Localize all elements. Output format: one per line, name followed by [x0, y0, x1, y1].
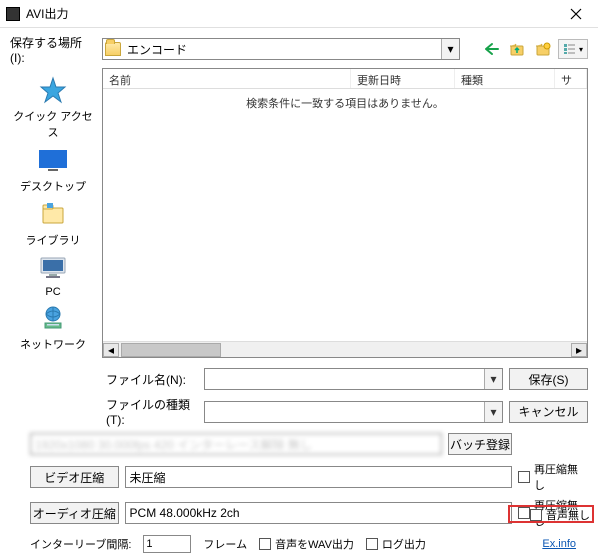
- desktop-icon: [36, 147, 70, 173]
- interleave-input[interactable]: 1: [143, 535, 191, 553]
- scroll-right-icon[interactable]: ▸: [571, 343, 587, 357]
- app-icon: [6, 7, 20, 21]
- highlight-annotation: [508, 505, 594, 523]
- place-pc[interactable]: PC: [35, 252, 71, 298]
- network-icon: [38, 304, 68, 332]
- empty-message: 検索条件に一致する項目はありません。: [103, 89, 587, 111]
- col-size[interactable]: サ: [555, 69, 587, 88]
- scroll-thumb[interactable]: [121, 343, 221, 357]
- file-list: 名前 更新日時 種類 サ 検索条件に一致する項目はありません。 ◂ ▸: [102, 68, 588, 358]
- chevron-down-icon[interactable]: ▾: [441, 39, 459, 59]
- exinfo-link[interactable]: Ex.info: [542, 538, 576, 550]
- audio-compress-button[interactable]: オーディオ圧縮: [30, 502, 119, 524]
- file-list-body[interactable]: 検索条件に一致する項目はありません。: [103, 89, 587, 341]
- filename-label: ファイル名(N):: [106, 371, 198, 388]
- video-compress-button[interactable]: ビデオ圧縮: [30, 466, 119, 488]
- video-no-recompress-checkbox[interactable]: 再圧縮無し: [518, 461, 588, 493]
- filetype-label: ファイルの種類(T):: [106, 396, 198, 427]
- video-compress-value: 未圧縮: [125, 466, 513, 488]
- interleave-unit: フレーム: [203, 536, 247, 552]
- filename-input[interactable]: ▾: [204, 368, 503, 390]
- horizontal-scrollbar[interactable]: ◂ ▸: [103, 341, 587, 357]
- list-view-icon: [563, 43, 577, 55]
- nav-icons: ▾: [480, 39, 588, 59]
- save-in-combo[interactable]: エンコード ▾: [102, 38, 460, 60]
- places-bar: クイック アクセス デスクトップ ライブラリ PC: [10, 68, 96, 358]
- filetype-input[interactable]: ▾: [204, 401, 503, 423]
- place-desktop[interactable]: デスクトップ: [20, 144, 86, 194]
- chevron-down-icon[interactable]: ▾: [484, 369, 502, 389]
- file-list-header[interactable]: 名前 更新日時 種類 サ: [103, 69, 587, 89]
- new-folder-button[interactable]: [532, 39, 554, 59]
- libraries-icon: [38, 200, 68, 228]
- audio-compress-value: PCM 48.000kHz 2ch: [125, 502, 513, 524]
- folder-icon: [105, 42, 121, 56]
- save-button[interactable]: 保存(S): [509, 368, 588, 390]
- wav-output-checkbox[interactable]: 音声をWAV出力: [259, 536, 354, 552]
- cancel-button[interactable]: キャンセル: [509, 401, 588, 423]
- pc-icon: [37, 255, 69, 281]
- place-libraries[interactable]: ライブラリ: [26, 198, 81, 248]
- interleave-label: インターリーブ間隔:: [30, 536, 131, 552]
- col-modified[interactable]: 更新日時: [351, 69, 455, 88]
- batch-register-button[interactable]: バッチ登録: [448, 433, 512, 455]
- place-network[interactable]: ネットワーク: [20, 302, 86, 352]
- titlebar: AVI出力: [0, 0, 598, 28]
- chevron-down-icon[interactable]: ▾: [484, 402, 502, 422]
- folder-up-icon: [509, 42, 525, 56]
- new-folder-icon: [535, 42, 551, 56]
- save-in-value: エンコード: [127, 41, 187, 58]
- close-icon: [570, 8, 582, 20]
- up-button[interactable]: [506, 39, 528, 59]
- col-type[interactable]: 種類: [455, 69, 555, 88]
- video-info-field: 1920x1080 30.000fps 420 インターレース解除 無し: [30, 433, 442, 455]
- back-arrow-icon: [483, 42, 499, 56]
- view-menu-button[interactable]: ▾: [558, 39, 588, 59]
- place-quick-access[interactable]: クイック アクセス: [10, 74, 96, 140]
- quick-access-icon: [38, 76, 68, 104]
- window-title: AVI出力: [26, 5, 556, 22]
- log-output-checkbox[interactable]: ログ出力: [366, 536, 426, 552]
- back-button[interactable]: [480, 39, 502, 59]
- col-name[interactable]: 名前: [103, 69, 351, 88]
- close-button[interactable]: [556, 1, 596, 27]
- scroll-left-icon[interactable]: ◂: [103, 343, 119, 357]
- save-in-label: 保存する場所(I):: [10, 34, 96, 65]
